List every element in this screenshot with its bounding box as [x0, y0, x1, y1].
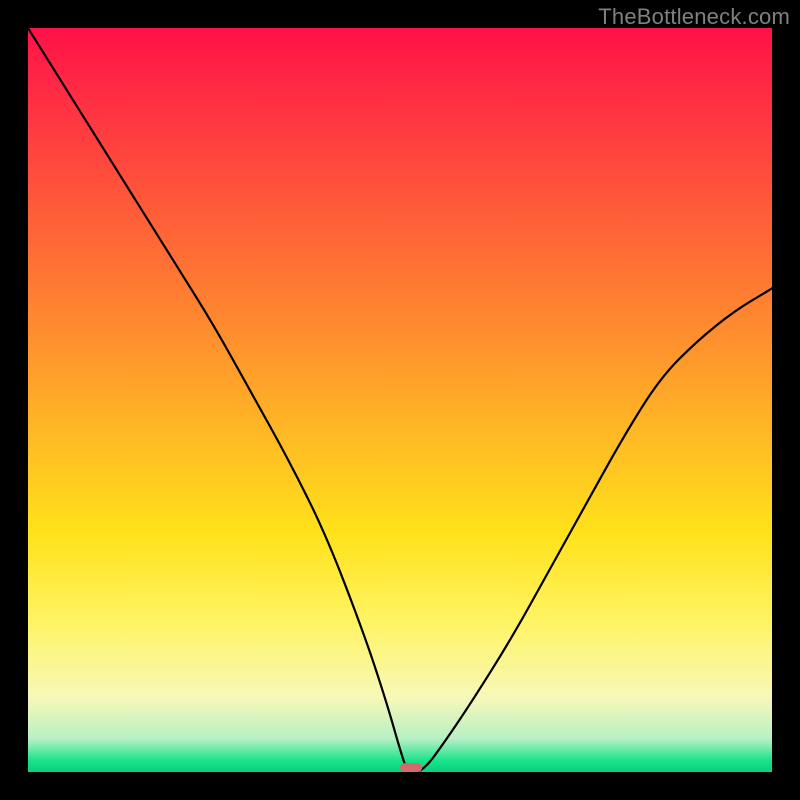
- curve-layer: [28, 28, 772, 772]
- watermark-text: TheBottleneck.com: [598, 4, 790, 30]
- bottleneck-curve: [28, 28, 772, 772]
- chart-frame: TheBottleneck.com: [0, 0, 800, 800]
- minimum-marker: [400, 763, 422, 772]
- plot-area: [28, 28, 772, 772]
